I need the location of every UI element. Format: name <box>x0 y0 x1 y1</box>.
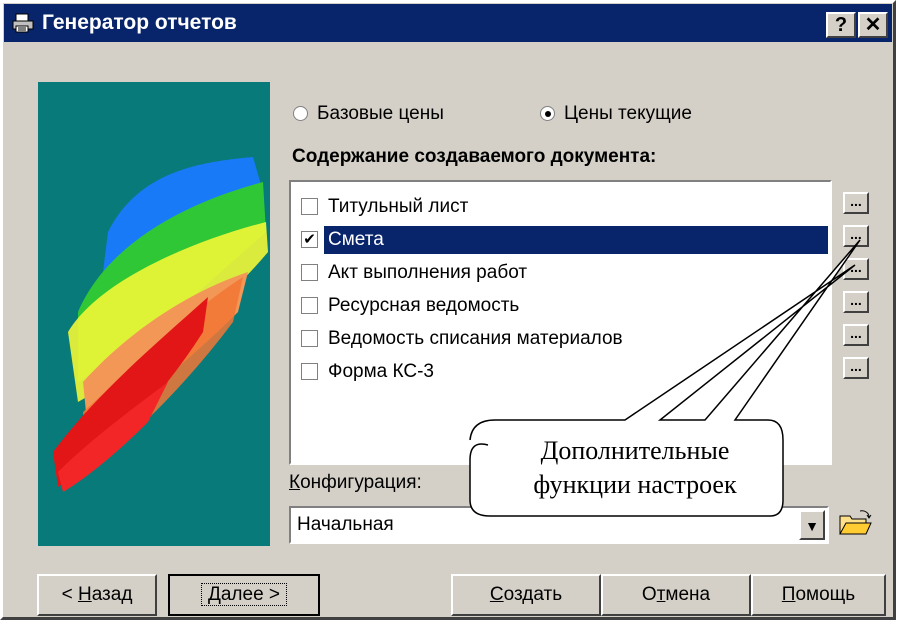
back-button[interactable]: < Назад <box>37 574 157 616</box>
callout-bubble <box>469 239 861 517</box>
cancel-button[interactable]: Отмена <box>601 574 751 616</box>
callout-text-line2: функции настроек <box>533 470 737 499</box>
help-button[interactable]: Помощь <box>751 574 886 616</box>
create-button[interactable]: Создать <box>451 574 601 616</box>
next-button[interactable]: Далее > <box>168 574 320 616</box>
callout-text-line1: Дополнительные <box>540 436 730 465</box>
